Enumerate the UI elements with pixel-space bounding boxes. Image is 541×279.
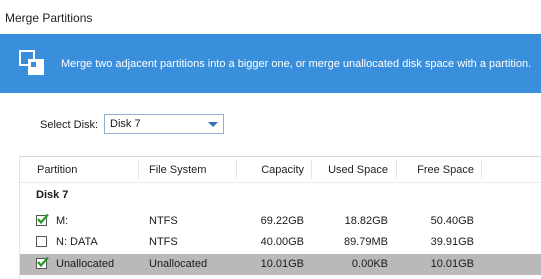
column-divider[interactable] xyxy=(396,160,397,179)
partition-name: N: DATA xyxy=(56,236,98,248)
checkmark-icon xyxy=(37,256,49,268)
select-disk-label: Select Disk: xyxy=(40,119,99,131)
title-bar: Merge Partitions xyxy=(0,0,541,34)
file-system: NTFS xyxy=(149,236,178,248)
column-header-capacity[interactable]: Capacity xyxy=(240,164,304,176)
merge-partitions-icon xyxy=(19,50,45,76)
select-disk-dropdown[interactable]: Disk 7 xyxy=(104,114,224,134)
chevron-down-icon xyxy=(208,122,218,127)
capacity: 40.00GB xyxy=(260,236,304,248)
info-banner: Merge two adjacent partitions into a big… xyxy=(0,34,541,93)
table-row[interactable]: M: NTFS 69.22GB 18.82GB 50.40GB xyxy=(20,211,541,232)
disk-group-label: Disk 7 xyxy=(36,189,69,201)
table-row[interactable]: N: DATA NTFS 40.00GB 89.79MB 39.91GB xyxy=(20,232,541,253)
used-space: 89.79MB xyxy=(343,236,388,248)
select-disk-value: Disk 7 xyxy=(110,118,141,130)
checkmark-icon xyxy=(37,213,49,225)
column-header-file-system[interactable]: File System xyxy=(149,164,206,176)
file-system: Unallocated xyxy=(149,258,208,270)
table-row[interactable]: Unallocated Unallocated 10.01GB 0.00KB 1… xyxy=(20,254,541,275)
partition-name: Unallocated xyxy=(56,258,115,270)
partition-table: Partition File System Capacity Used Spac… xyxy=(19,156,541,279)
column-divider[interactable] xyxy=(236,160,237,179)
free-space: 39.91GB xyxy=(430,236,474,248)
used-space: 0.00KB xyxy=(351,258,388,270)
free-space: 50.40GB xyxy=(430,215,474,227)
column-header-used-space[interactable]: Used Space xyxy=(316,164,388,176)
column-header-partition[interactable]: Partition xyxy=(37,164,77,176)
column-divider[interactable] xyxy=(481,160,482,179)
column-header-free-space[interactable]: Free Space xyxy=(401,164,474,176)
banner-description: Merge two adjacent partitions into a big… xyxy=(61,58,532,70)
column-divider[interactable] xyxy=(311,160,312,179)
capacity: 69.22GB xyxy=(260,215,304,227)
partition-checkbox[interactable] xyxy=(36,256,49,269)
table-header: Partition File System Capacity Used Spac… xyxy=(20,157,541,183)
free-space: 10.01GB xyxy=(430,258,474,270)
used-space: 18.82GB xyxy=(344,215,388,227)
capacity: 10.01GB xyxy=(260,258,304,270)
partition-checkbox[interactable] xyxy=(36,236,47,247)
column-divider[interactable] xyxy=(138,160,139,179)
partition-name: M: xyxy=(56,215,69,227)
file-system: NTFS xyxy=(149,215,178,227)
partition-checkbox[interactable] xyxy=(36,213,49,226)
window-title: Merge Partitions xyxy=(5,11,93,25)
